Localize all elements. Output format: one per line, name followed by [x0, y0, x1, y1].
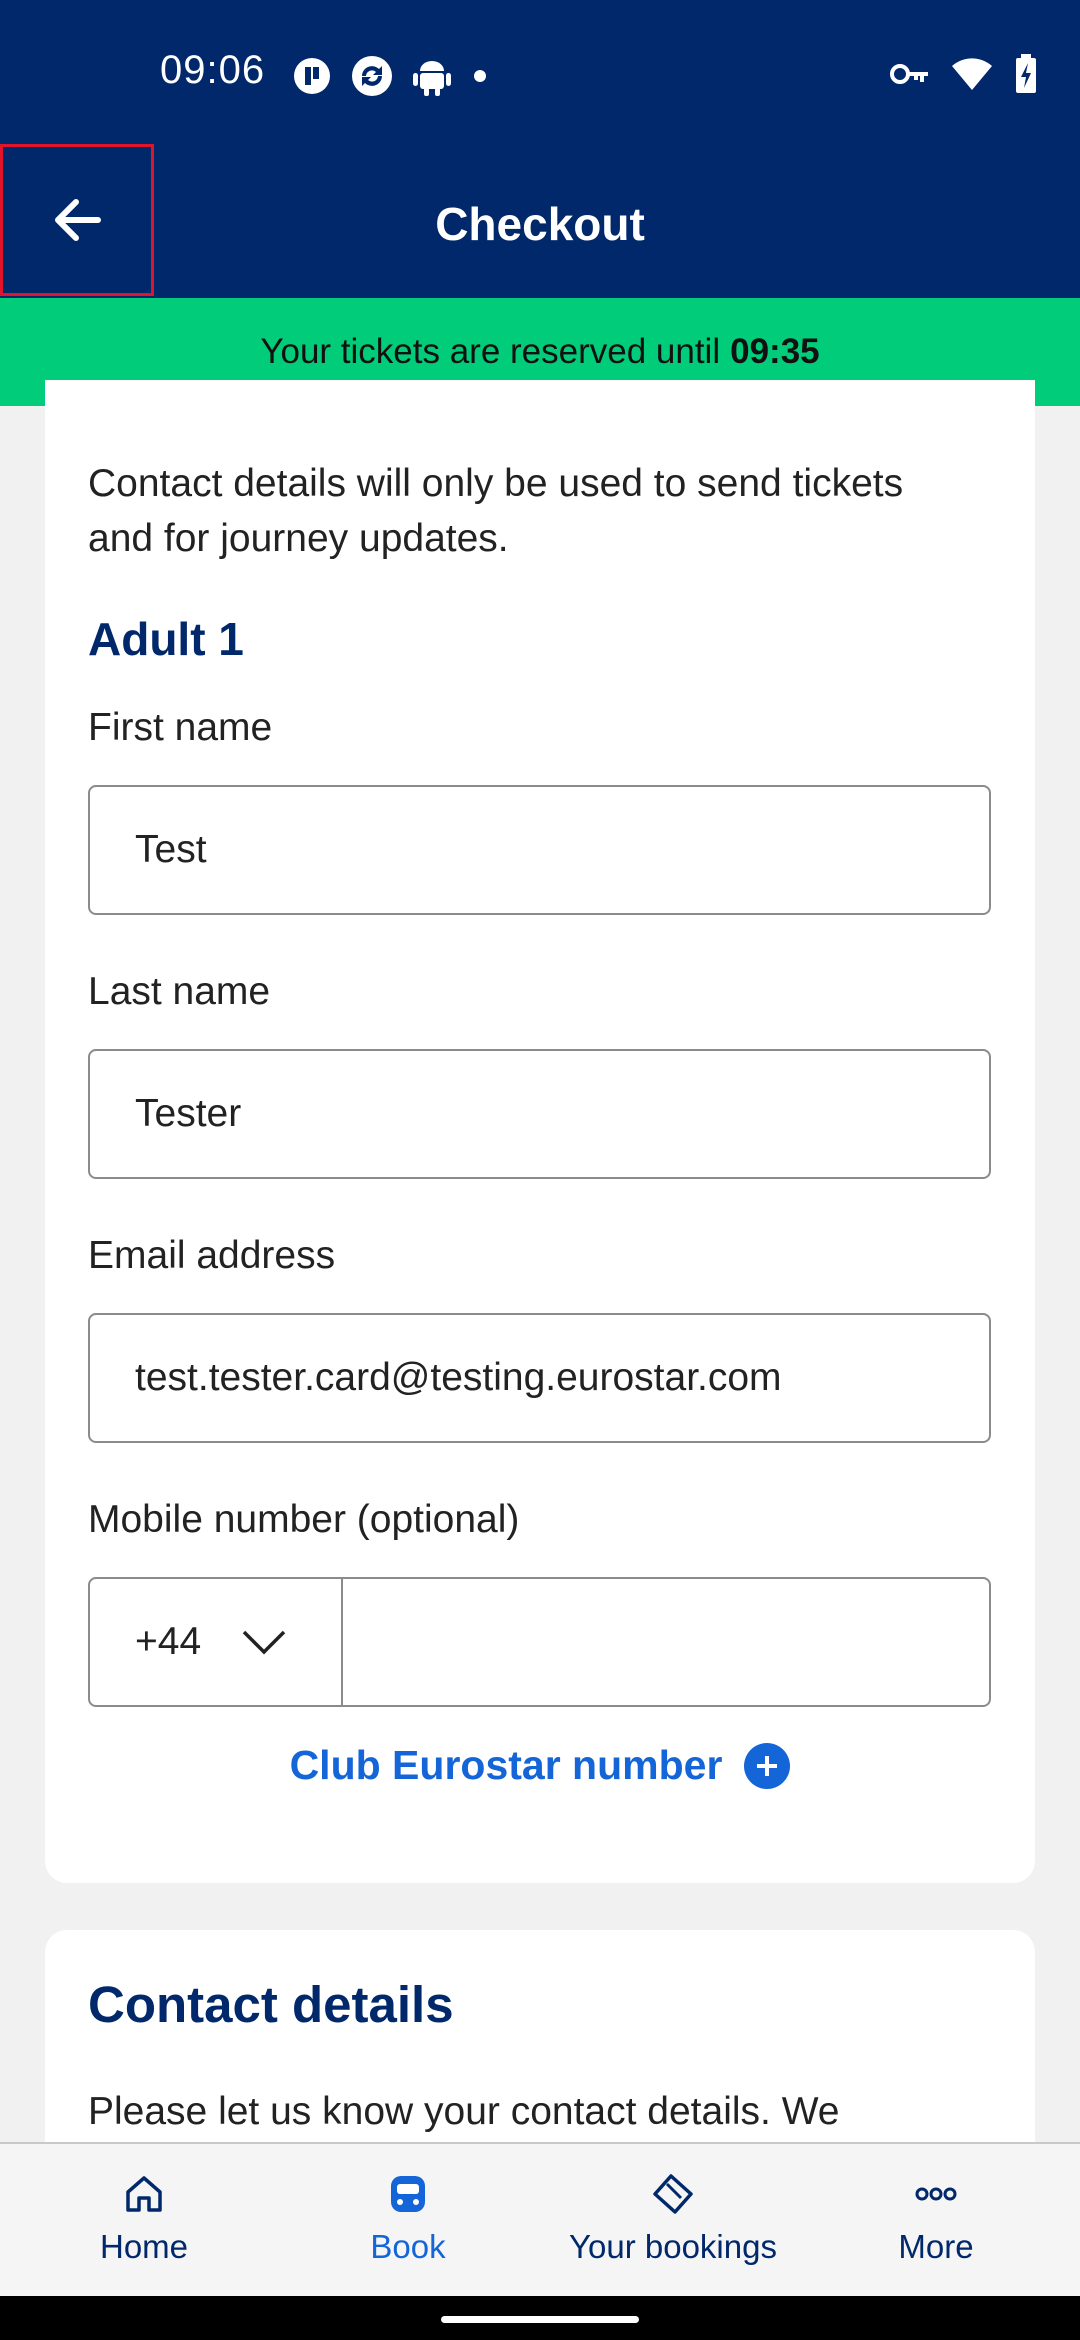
- battery-charging-icon: [1016, 54, 1036, 93]
- more-dots-icon: [915, 2187, 957, 2201]
- chevron-down-icon: [242, 1630, 286, 1655]
- country-code-value: +44: [135, 1620, 202, 1663]
- key-icon: [890, 64, 928, 84]
- home-icon: [126, 2176, 162, 2212]
- first-name-field[interactable]: Test: [88, 785, 991, 915]
- email-field[interactable]: test.tester.card@testing.eurostar.com: [88, 1313, 991, 1443]
- dot-icon: [474, 70, 486, 82]
- nav-book-label: Book: [370, 2228, 446, 2265]
- mobile-number-row: +44: [88, 1577, 991, 1707]
- reservation-text: Your tickets are reserved until: [260, 332, 721, 371]
- mobile-number-input[interactable]: [343, 1579, 989, 1705]
- first-name-label: First name: [88, 706, 273, 749]
- pause-circle-icon: [294, 58, 330, 94]
- nav-home-label: Home: [99, 2228, 189, 2265]
- status-left-icons: [292, 54, 490, 98]
- arrow-left-icon: [55, 199, 101, 241]
- last-name-value: Tester: [135, 1092, 242, 1135]
- nav-book[interactable]: Book: [322, 2172, 494, 2266]
- nav-home[interactable]: Home: [58, 2172, 230, 2266]
- club-eurostar-label: Club Eurostar number: [289, 1742, 723, 1788]
- email-value: test.tester.card@testing.eurostar.com: [135, 1356, 782, 1399]
- reservation-time: 09:35: [730, 332, 820, 371]
- ticket-icon: [653, 2174, 693, 2214]
- mobile-label: Mobile number (optional): [88, 1498, 520, 1541]
- back-button[interactable]: [0, 144, 154, 296]
- wifi-icon: [952, 58, 992, 90]
- system-nav-bar: [0, 2296, 1080, 2340]
- nav-your-bookings-label: Your bookings: [569, 2228, 777, 2265]
- contact-details-heading: Contact details: [88, 1976, 454, 2033]
- last-name-field[interactable]: Tester: [88, 1049, 991, 1179]
- first-name-value: Test: [135, 828, 207, 871]
- status-right-icons: [890, 54, 1038, 94]
- app-bar: Checkout: [0, 150, 1080, 298]
- email-label: Email address: [88, 1234, 336, 1277]
- club-eurostar-link[interactable]: Club Eurostar number: [45, 1742, 1035, 1789]
- nav-more-label: More: [898, 2228, 974, 2265]
- plus-circle-icon: [744, 1742, 791, 1789]
- country-code-select[interactable]: +44: [90, 1579, 343, 1705]
- contact-intro-text: Contact details will only be used to sen…: [88, 462, 904, 560]
- bottom-navigation: Home Book Your bookings More: [0, 2142, 1080, 2296]
- passenger-card: Contact details will only be used to sen…: [45, 380, 1035, 1883]
- sync-icon: [352, 56, 392, 96]
- passenger-heading: Adult 1: [88, 613, 244, 665]
- status-bar: 09:06: [0, 0, 1080, 150]
- train-icon: [391, 2176, 425, 2212]
- nav-more[interactable]: More: [850, 2172, 1022, 2266]
- nav-your-bookings[interactable]: Your bookings: [560, 2172, 786, 2266]
- contact-details-text: Please let us know your contact details.…: [88, 2090, 840, 2133]
- home-gesture-bar[interactable]: [441, 2316, 639, 2323]
- android-icon: [413, 61, 451, 96]
- page-title: Checkout: [435, 198, 645, 250]
- status-time: 09:06: [160, 48, 266, 92]
- last-name-label: Last name: [88, 970, 271, 1013]
